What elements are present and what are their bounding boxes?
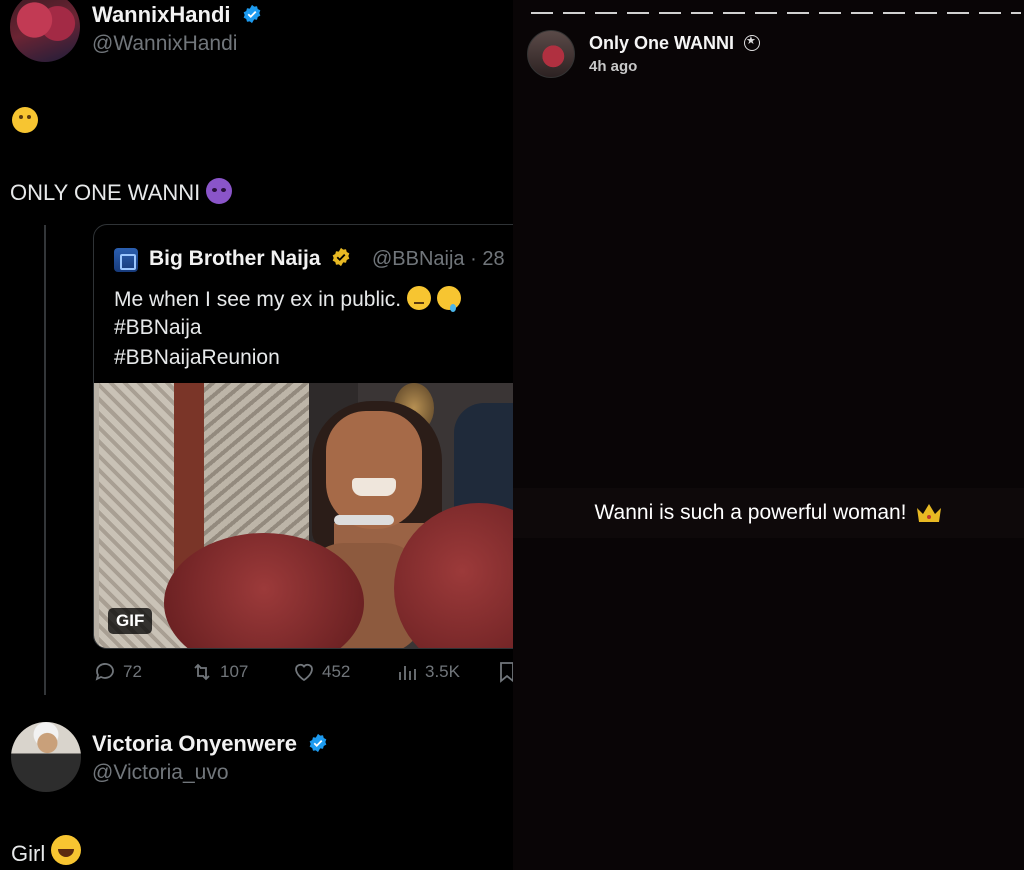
gif-badge: GIF xyxy=(108,608,153,634)
quoted-author-handle: @BBNaija · 28 xyxy=(372,248,505,270)
reply-body-text: Girl xyxy=(11,841,46,866)
verified-badge-icon xyxy=(243,4,260,24)
tweet-body-text: ONLY ONE WANNI xyxy=(10,180,201,205)
bbnaija-logo-icon xyxy=(114,248,138,272)
media-face xyxy=(326,411,422,529)
retweet-icon xyxy=(194,663,210,681)
story-caption-bar: Wanni is such a powerful woman! xyxy=(513,488,1024,538)
thread-line xyxy=(44,225,46,695)
bookmark-icon xyxy=(500,662,513,683)
hashtag-bbnaija-reunion[interactable]: #BBNaijaReunion xyxy=(114,346,280,370)
star-badge-icon xyxy=(744,34,761,51)
tweet-panel: WannixHandi @WannixHandi ONLY ONE WANNI … xyxy=(0,0,513,870)
tweet-author-name[interactable]: WannixHandi xyxy=(92,2,231,27)
tweet-author-name-row[interactable]: WannixHandi xyxy=(92,2,262,28)
views-button[interactable]: 3.5K xyxy=(395,660,460,684)
crown-icon xyxy=(916,504,941,522)
quoted-text-line1: Me when I see my ex in public. xyxy=(114,286,461,312)
shushing-face-icon xyxy=(12,107,38,133)
views-chart-icon xyxy=(399,666,416,680)
story-time: 4h ago xyxy=(589,58,638,75)
reply-body: Girl xyxy=(11,835,82,867)
media-choker xyxy=(334,515,394,525)
story-avatar[interactable] xyxy=(527,30,575,78)
reply-count: 72 xyxy=(123,662,142,681)
wannixhandi-avatar[interactable] xyxy=(10,0,80,62)
media-teeth xyxy=(352,478,396,496)
like-button[interactable]: 452 xyxy=(292,660,350,684)
verified-badge-icon xyxy=(309,733,327,753)
story-name-row[interactable]: Only One WANNI xyxy=(589,33,761,54)
story-progress-segments xyxy=(531,12,1021,14)
retweet-count: 107 xyxy=(220,662,249,681)
hashtag-bbnaija[interactable]: #BBNaija xyxy=(114,316,202,340)
quoted-author-name: Big Brother Naija xyxy=(149,247,321,270)
tweet-body: ONLY ONE WANNI xyxy=(10,178,233,206)
reply-author-name-row[interactable]: Victoria Onyenwere xyxy=(92,731,328,757)
smiling-devil-icon xyxy=(206,178,233,204)
story-panel[interactable]: Only One WANNI 4h ago Wanni is such a po… xyxy=(513,0,1024,870)
drooling-face-icon xyxy=(436,286,461,312)
reply-author-handle[interactable]: @Victoria_uvo xyxy=(92,761,229,785)
story-name[interactable]: Only One WANNI xyxy=(589,33,734,53)
reply-button[interactable]: 72 xyxy=(93,660,142,684)
like-count: 452 xyxy=(322,662,351,681)
quoted-tweet[interactable]: Big Brother Naija @BBNaija · 28 Me when … xyxy=(93,224,513,649)
views-count: 3.5K xyxy=(425,662,460,681)
story-caption: Wanni is such a powerful woman! xyxy=(594,501,907,524)
quoted-author-name-row: Big Brother Naija xyxy=(149,247,351,271)
tweet-action-bar: 72 107 452 3.5K xyxy=(93,660,513,690)
victoria-avatar[interactable] xyxy=(11,722,81,792)
bookmark-button[interactable] xyxy=(495,660,513,684)
tweet-author-handle[interactable]: @WannixHandi xyxy=(92,32,237,56)
quoted-text-line1-content: Me when I see my ex in public. xyxy=(114,288,402,311)
gold-verified-badge-icon xyxy=(333,247,350,267)
heart-icon xyxy=(295,663,313,682)
reply-author-name[interactable]: Victoria Onyenwere xyxy=(92,731,297,756)
quoted-gif-media[interactable]: GIF xyxy=(94,383,513,648)
retweet-button[interactable]: 107 xyxy=(190,660,248,684)
tears-of-joy-icon xyxy=(51,835,82,865)
unamused-face-icon xyxy=(406,286,431,310)
reply-icon xyxy=(95,663,114,681)
